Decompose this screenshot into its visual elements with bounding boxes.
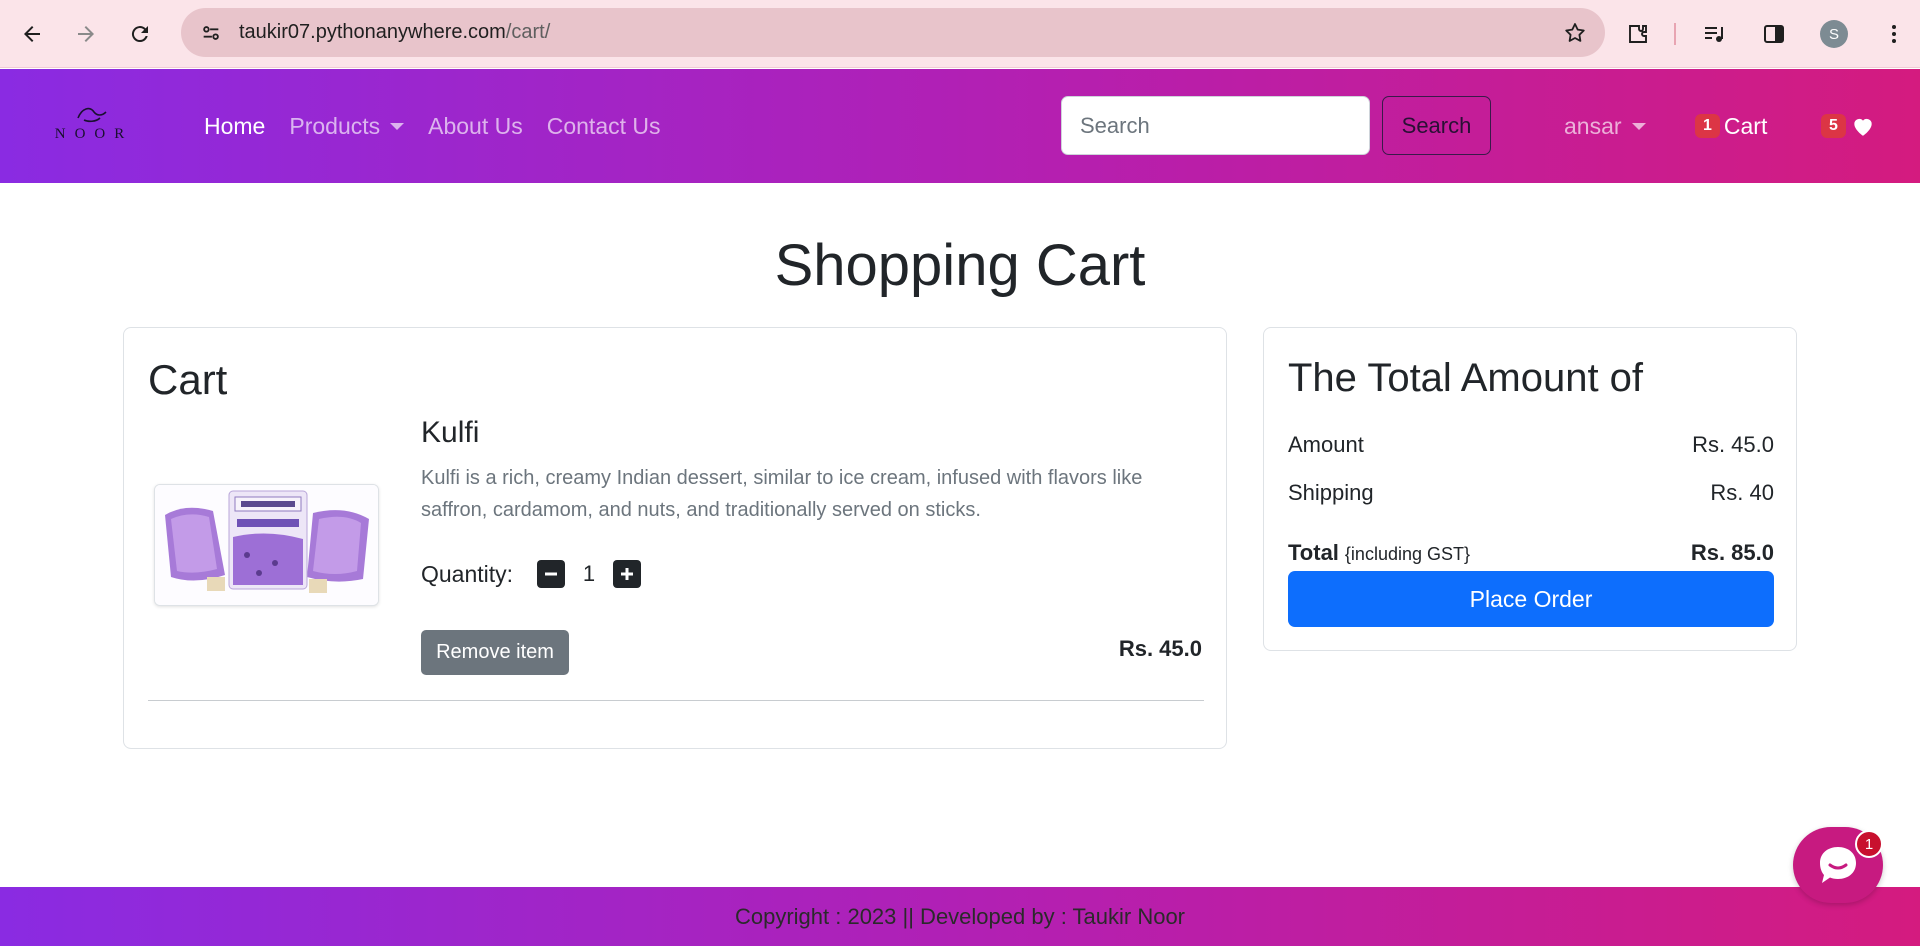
cart-card: Cart Kulfi Kulfi is a rich, creamy India… <box>123 327 1227 749</box>
logo-mark-icon <box>77 107 107 123</box>
browser-toolbar: taukir07.pythonanywhere.com/cart/ S <box>0 0 1920 68</box>
browser-menu-icon[interactable] <box>1872 12 1916 56</box>
extensions-icon[interactable] <box>1616 12 1660 56</box>
total-label: Total <box>1288 540 1339 565</box>
product-name: Kulfi <box>421 416 480 449</box>
gst-note: {including GST} <box>1344 544 1470 564</box>
url-path: /cart/ <box>505 21 551 43</box>
amount-value: Rs. 45.0 <box>1692 432 1774 457</box>
nav-home[interactable]: Home <box>204 113 265 140</box>
remove-item-button[interactable]: Remove item <box>421 630 569 675</box>
search-button[interactable]: Search <box>1382 96 1491 155</box>
summary-shipping-row: Shipping Rs. 40 <box>1288 480 1774 506</box>
product-description: Kulfi is a rich, creamy Indian dessert, … <box>421 467 1143 521</box>
summary-total-row: Total {including GST} Rs. 85.0 <box>1288 540 1774 566</box>
total-label-group: Total {including GST} <box>1288 540 1470 566</box>
browser-actions: S <box>1600 12 1920 56</box>
cart-heading: Cart <box>148 356 228 403</box>
wishlist-count-badge: 5 <box>1821 114 1846 138</box>
username-label: ansar <box>1564 112 1622 139</box>
url-host: taukir07.pythonanywhere.com <box>239 21 506 43</box>
site-navbar: NOOR Home Products About Us Contact Us S… <box>0 69 1920 183</box>
nav-cart-link[interactable]: 1 Cart <box>1695 69 1767 183</box>
nav-products-dropdown[interactable]: Products <box>289 112 405 140</box>
nav-about[interactable]: About Us <box>428 113 523 140</box>
quantity-value: 1 <box>582 561 596 586</box>
url-text: taukir07.pythonanywhere.com/cart/ <box>239 21 550 44</box>
cart-count-badge: 1 <box>1695 114 1720 138</box>
user-dropdown[interactable]: ansar <box>1564 69 1646 183</box>
increase-quantity-button[interactable] <box>613 560 642 588</box>
kulfi-image <box>155 485 378 605</box>
product-image <box>154 484 379 606</box>
toolbar-separator <box>1674 23 1676 45</box>
page-title: Shopping Cart <box>774 233 1146 298</box>
decrease-quantity-button[interactable] <box>537 560 566 588</box>
nav-links: Home Products About Us Contact Us <box>204 69 685 183</box>
minus-icon <box>545 572 558 576</box>
cart-link-label: Cart <box>1723 112 1768 139</box>
place-order-button[interactable]: Place Order <box>1288 571 1774 627</box>
shipping-value: Rs. 40 <box>1710 480 1774 505</box>
quantity-label: Quantity: <box>421 560 514 587</box>
summary-heading: The Total Amount of <box>1288 356 1644 400</box>
site-logo[interactable]: NOOR <box>40 104 148 148</box>
nav-products-label: Products <box>289 112 381 139</box>
quantity-stepper: Quantity: 1 <box>421 560 642 588</box>
heart-icon <box>1854 118 1872 136</box>
total-value: Rs. 85.0 <box>1690 540 1774 565</box>
nav-wishlist-link[interactable]: 5 <box>1821 69 1876 183</box>
media-control-icon[interactable] <box>1692 12 1736 56</box>
order-summary-card: The Total Amount of Amount Rs. 45.0 Ship… <box>1263 327 1797 651</box>
site-info-icon[interactable] <box>197 19 225 47</box>
back-icon[interactable] <box>12 14 52 54</box>
search-input[interactable] <box>1061 96 1370 155</box>
forward-icon[interactable] <box>66 14 106 54</box>
chevron-down-icon <box>390 122 405 130</box>
item-price: Rs. 45.0 <box>1118 636 1202 661</box>
plus-icon <box>621 568 634 580</box>
profile-initial: S <box>1820 20 1848 48</box>
logo-wordmark: NOOR <box>54 126 134 142</box>
footer-copyright: Copyright : 2023 || Developed by : Tauki… <box>734 903 1186 929</box>
site-footer: Copyright : 2023 || Developed by : Tauki… <box>0 887 1920 946</box>
reload-icon[interactable] <box>120 14 160 54</box>
chevron-down-icon <box>1631 122 1646 130</box>
profile-avatar[interactable]: S <box>1812 12 1856 56</box>
bookmark-star-icon[interactable] <box>1561 19 1589 47</box>
address-bar[interactable]: taukir07.pythonanywhere.com/cart/ <box>181 8 1605 57</box>
side-panel-icon[interactable] <box>1752 12 1796 56</box>
shipping-label: Shipping <box>1288 480 1374 505</box>
nav-contact[interactable]: Contact Us <box>547 113 661 140</box>
chat-unread-badge: 1 <box>1855 830 1883 858</box>
item-divider <box>148 700 1204 701</box>
summary-amount-row: Amount Rs. 45.0 <box>1288 432 1774 458</box>
amount-label: Amount <box>1288 432 1364 457</box>
